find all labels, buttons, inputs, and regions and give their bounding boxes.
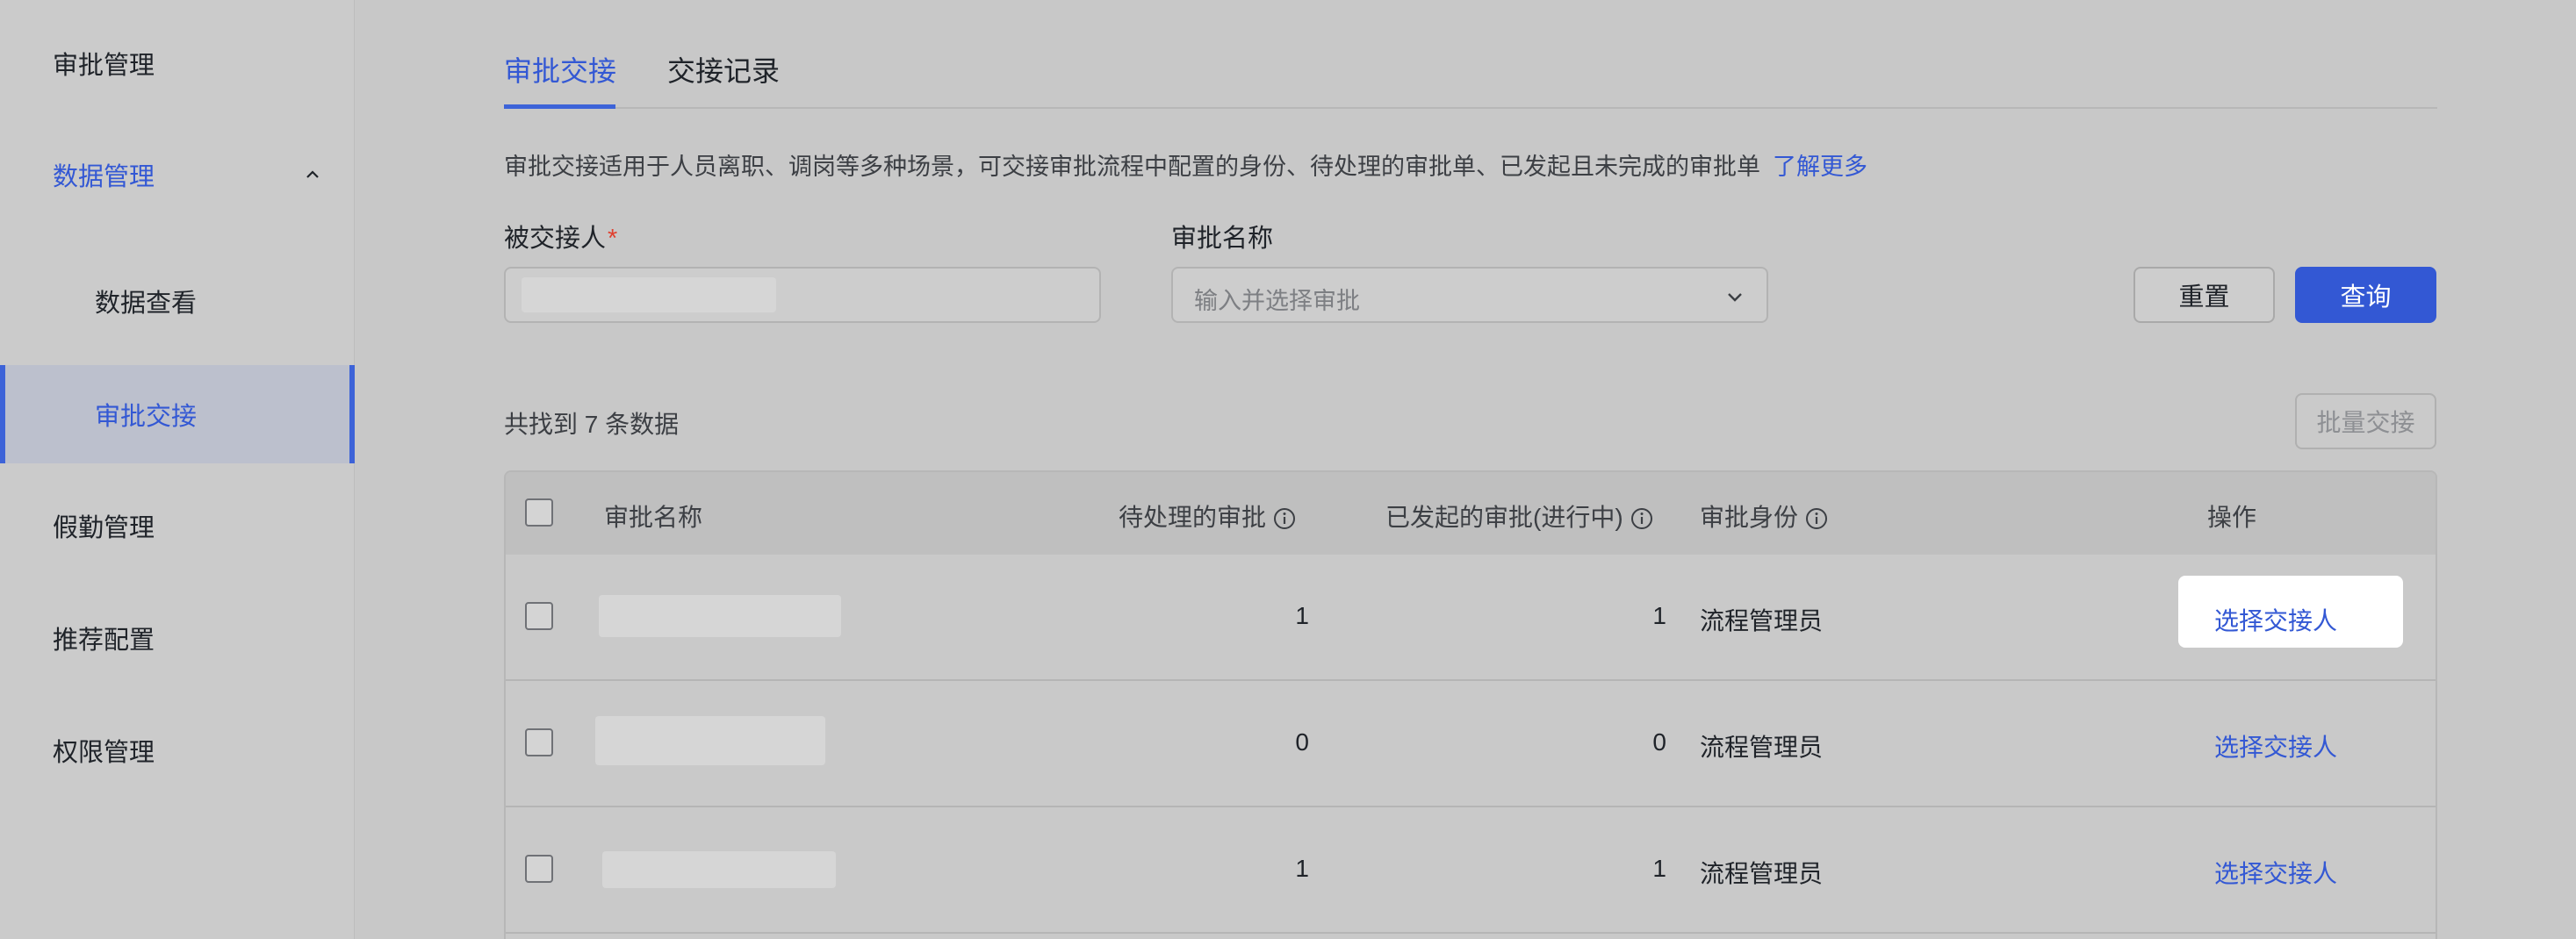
table-row: 1 1 流程管理员 选择交接人 bbox=[506, 807, 2436, 934]
sidebar-item-approval-management[interactable]: 审批管理 bbox=[0, 14, 355, 112]
redacted-approval-name bbox=[595, 716, 825, 765]
cell-pending: 1 bbox=[1295, 602, 1309, 629]
tab-approval-handover[interactable]: 审批交接 bbox=[504, 49, 616, 90]
info-icon[interactable] bbox=[1630, 507, 1653, 530]
cell-role: 流程管理员 bbox=[1700, 607, 1824, 634]
table-row: 1 1 流程管理员 选择交接人 bbox=[506, 555, 2436, 681]
redacted-approval-name bbox=[599, 595, 841, 637]
select-handover-person-link[interactable]: 选择交接人 bbox=[2214, 855, 2337, 890]
header-pending-text: 待处理的审批 bbox=[1119, 504, 1267, 531]
sidebar-item-label: 假勤管理 bbox=[53, 514, 155, 542]
chevron-up-icon bbox=[306, 170, 319, 178]
tab-label: 审批交接 bbox=[504, 55, 617, 87]
header-role-text: 审批身份 bbox=[1700, 504, 1799, 531]
tab-active-indicator bbox=[504, 104, 615, 109]
sidebar-item-label: 数据管理 bbox=[53, 163, 155, 191]
sidebar-item-label: 数据查看 bbox=[95, 290, 198, 318]
table-header: 审批名称 待处理的审批 已发起的审批(进行中) 审批身份 操作 bbox=[506, 472, 2436, 555]
page-description: 审批交接适用于人员离职、调岗等多种场景，可交接审批流程中配置的身份、待处理的审批… bbox=[504, 147, 1867, 182]
reset-button[interactable]: 重置 bbox=[2133, 267, 2275, 323]
sidebar: 审批管理 数据管理 数据查看 审批交接 假勤管理 推荐配置 权限管理 bbox=[0, 0, 355, 939]
query-button[interactable]: 查询 bbox=[2295, 267, 2436, 323]
row-checkbox[interactable] bbox=[525, 728, 553, 756]
table-row: 0 0 流程管理员 选择交接人 bbox=[506, 681, 2436, 807]
tab-handover-records[interactable]: 交接记录 bbox=[667, 49, 780, 90]
cell-role: 流程管理员 bbox=[1700, 734, 1824, 761]
batch-handover-button[interactable]: 批量交接 bbox=[2295, 393, 2436, 449]
handover-table: 审批名称 待处理的审批 已发起的审批(进行中) 审批身份 操作 1 1 流程管理… bbox=[504, 470, 2437, 939]
sidebar-item-label: 权限管理 bbox=[53, 739, 155, 767]
approval-name-select[interactable]: 输入并选择审批 bbox=[1171, 267, 1768, 323]
header-approval-name: 审批名称 bbox=[604, 504, 703, 531]
sidebar-item-data-view[interactable]: 数据查看 bbox=[0, 252, 355, 350]
redacted-approval-name bbox=[602, 851, 836, 888]
handover-person-label-text: 被交接人 bbox=[504, 225, 607, 253]
sidebar-item-label: 审批交接 bbox=[95, 403, 198, 431]
sidebar-item-recommend-config[interactable]: 推荐配置 bbox=[0, 589, 355, 687]
learn-more-link[interactable]: 了解更多 bbox=[1773, 154, 1867, 180]
sidebar-item-permission-management[interactable]: 权限管理 bbox=[0, 701, 355, 799]
select-all-checkbox[interactable] bbox=[525, 498, 553, 527]
header-pending: 待处理的审批 bbox=[1119, 498, 1296, 534]
cell-initiated: 1 bbox=[1652, 855, 1666, 882]
select-handover-person-link[interactable]: 选择交接人 bbox=[2214, 728, 2337, 763]
cell-initiated: 0 bbox=[1652, 728, 1666, 756]
tab-bar: 审批交接 交接记录 bbox=[504, 35, 2437, 109]
row-checkbox[interactable] bbox=[525, 602, 553, 630]
header-initiated-text: 已发起的审批(进行中) bbox=[1385, 504, 1623, 531]
result-count: 共找到 7 条数据 bbox=[504, 411, 680, 438]
info-icon[interactable] bbox=[1273, 507, 1296, 530]
handover-person-label: 被交接人* bbox=[504, 218, 617, 254]
description-text: 审批交接适用于人员离职、调岗等多种场景，可交接审批流程中配置的身份、待处理的审批… bbox=[504, 154, 1760, 180]
header-role: 审批身份 bbox=[1700, 498, 1828, 534]
sidebar-item-data-management[interactable]: 数据管理 bbox=[0, 125, 355, 224]
header-initiated: 已发起的审批(进行中) bbox=[1385, 498, 1653, 534]
redacted-value bbox=[522, 277, 776, 312]
approval-name-placeholder: 输入并选择审批 bbox=[1194, 288, 1360, 314]
select-handover-person-link[interactable]: 选择交接人 bbox=[2214, 602, 2337, 637]
cell-pending: 1 bbox=[1295, 855, 1309, 882]
cell-pending: 0 bbox=[1295, 728, 1309, 756]
row-checkbox[interactable] bbox=[525, 855, 553, 883]
info-icon[interactable] bbox=[1805, 507, 1828, 530]
sidebar-item-label: 推荐配置 bbox=[53, 627, 155, 655]
handover-person-input[interactable] bbox=[504, 267, 1101, 323]
main-content: 审批交接 交接记录 审批交接适用于人员离职、调岗等多种场景，可交接审批流程中配置… bbox=[355, 0, 2576, 939]
header-action: 操作 bbox=[2207, 504, 2257, 531]
chevron-down-icon bbox=[1728, 293, 1742, 302]
cell-initiated: 1 bbox=[1652, 602, 1666, 629]
sidebar-item-attendance-management[interactable]: 假勤管理 bbox=[0, 477, 355, 575]
cell-role: 流程管理员 bbox=[1700, 860, 1824, 887]
sidebar-item-label: 审批管理 bbox=[53, 52, 155, 80]
required-mark: * bbox=[608, 225, 618, 253]
tab-label: 交接记录 bbox=[667, 55, 781, 87]
sidebar-item-approval-handover[interactable]: 审批交接 bbox=[0, 365, 355, 463]
approval-name-label: 审批名称 bbox=[1171, 225, 1274, 253]
